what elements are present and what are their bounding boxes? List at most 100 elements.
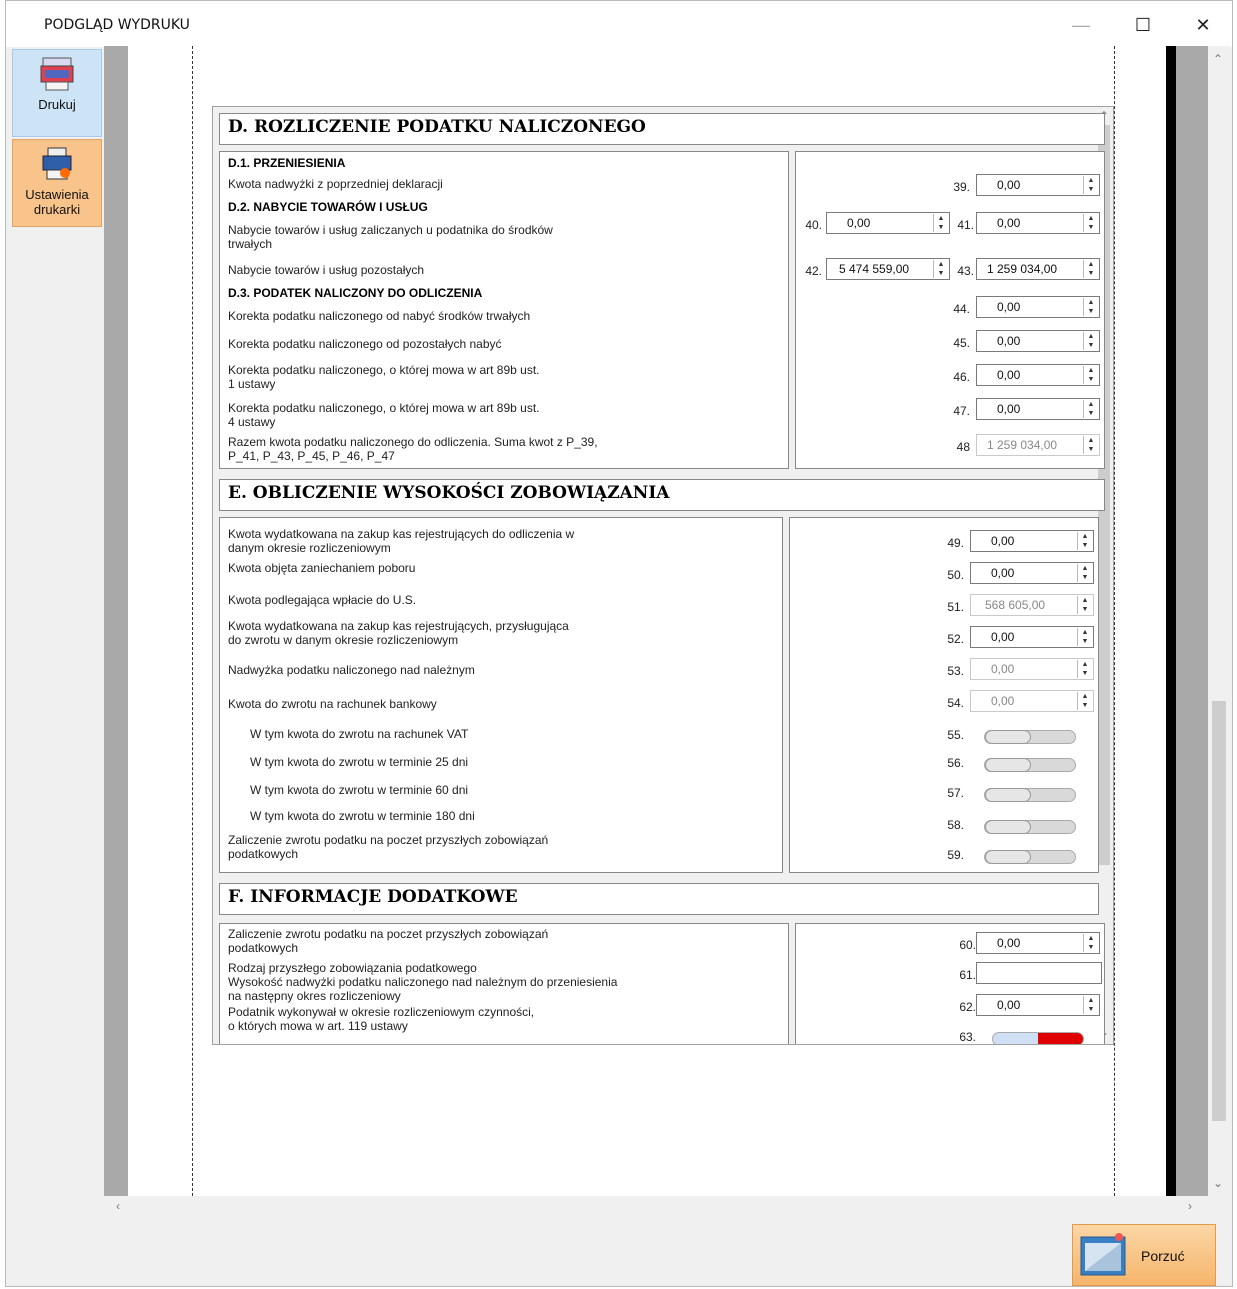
section-f-values-panel: 60. 0,00 ▲ ▼ 61. 62. 0,00 ▲ ▼ 63. bbox=[795, 923, 1105, 1044]
window-title: PODGLĄD WYDRUKU bbox=[44, 17, 190, 33]
field-54: 0,00 ▲ ▼ bbox=[970, 690, 1094, 712]
num-57: 57. bbox=[947, 786, 964, 800]
printer-settings-label-2: drukarki bbox=[33, 202, 81, 217]
field-62[interactable]: 0,00 ▲ ▼ bbox=[976, 994, 1100, 1016]
printer-settings-button[interactable]: Ustawienia drukarki bbox=[12, 139, 102, 227]
field-43[interactable]: 1 259 034,00 ▲ ▼ bbox=[976, 258, 1100, 280]
field-50[interactable]: 0,00 ▲ ▼ bbox=[970, 562, 1094, 584]
section-d-values-panel: 39. 0,00 ▲ ▼ 40. 0,00 ▲ ▼ 41. 0,00 ▲ ▼ 42. 5 4… bbox=[795, 151, 1105, 469]
preview-horizontal-scrollbar[interactable]: ‹ › bbox=[104, 1196, 1208, 1218]
d1-heading: D.1. PRZENIESIENIA bbox=[228, 156, 346, 170]
toggle-56[interactable] bbox=[984, 758, 1076, 772]
label-60-1: Zaliczenie zwrotu podatku na poczet przy… bbox=[228, 927, 549, 941]
field-47[interactable]: 0,00 ▲ ▼ bbox=[976, 398, 1100, 420]
num-58: 58. bbox=[947, 818, 964, 832]
section-e-values-panel: 49. 0,00 ▲ ▼ 50. 0,00 ▲ ▼ 51. 568 605,00 ▲ ▼ 5… bbox=[789, 517, 1099, 873]
field-42[interactable]: 5 474 559,00 ▲ ▼ bbox=[826, 258, 950, 280]
d2-heading: D.2. NABYCIE TOWARÓW I USŁUG bbox=[228, 200, 428, 214]
left-toolbar: Drukuj Ustawienia drukarki bbox=[12, 49, 104, 229]
printer-settings-icon bbox=[42, 147, 72, 180]
num-63: 63. bbox=[959, 1030, 976, 1044]
num-46: 46. bbox=[953, 370, 970, 384]
num-61: 61. bbox=[959, 968, 976, 982]
num-47: 47. bbox=[953, 404, 970, 418]
label-53: Nadwyżka podatku naliczonego nad należny… bbox=[228, 663, 475, 677]
discard-icon bbox=[1080, 1233, 1126, 1276]
label-59-2: podatkowych bbox=[228, 847, 299, 861]
label-62-1: Wysokość nadwyżki podatku naliczonego na… bbox=[228, 975, 618, 989]
num-56: 56. bbox=[947, 756, 964, 770]
label-58: W tym kwota do zwrotu w terminie 180 dni bbox=[250, 809, 475, 823]
section-f-labels-panel: Zaliczenie zwrotu podatku na poczet przy… bbox=[219, 923, 789, 1044]
right-margin-line bbox=[1114, 46, 1115, 1196]
section-e-header: E. OBLICZENIE WYSOKOŚCI ZOBOWIĄZANIA bbox=[219, 479, 1105, 511]
label-63-2: o których mowa w art. 119 ustawy bbox=[228, 1019, 408, 1033]
toggle-58[interactable] bbox=[984, 820, 1076, 834]
toggle-59[interactable] bbox=[984, 850, 1076, 864]
title-bar: PODGLĄD WYDRUKU — ☐ ✕ bbox=[6, 1, 1232, 47]
label-48-2: P_41, P_43, P_45, P_46, P_47 bbox=[228, 449, 395, 463]
label-44: Korekta podatku naliczonego od nabyć śro… bbox=[228, 309, 531, 323]
num-45: 45. bbox=[953, 336, 970, 350]
num-55: 55. bbox=[947, 728, 964, 742]
print-button[interactable]: Drukuj bbox=[12, 49, 102, 137]
field-61[interactable] bbox=[976, 962, 1102, 984]
num-48: 48 bbox=[956, 440, 970, 454]
label-61: Rodzaj przyszłego zobowiązania podatkowe… bbox=[228, 961, 477, 975]
num-44: 44. bbox=[953, 302, 970, 316]
section-e-labels-panel: Kwota wydatkowana na zakup kas rejestruj… bbox=[219, 517, 783, 873]
label-62-2: na następny okres rozliczeniowy bbox=[228, 989, 401, 1003]
label-56: W tym kwota do zwrotu w terminie 25 dni bbox=[250, 755, 469, 769]
label-55: W tym kwota do zwrotu na rachunek VAT bbox=[250, 727, 469, 741]
num-50: 50. bbox=[947, 568, 964, 582]
field-52[interactable]: 0,00 ▲ ▼ bbox=[970, 626, 1094, 648]
section-f-header: F. INFORMACJE DODATKOWE bbox=[219, 883, 1099, 915]
label-59-1: Zaliczenie zwrotu podatku na poczet przy… bbox=[228, 833, 549, 847]
toggle-55[interactable] bbox=[984, 730, 1076, 744]
toggle-57[interactable] bbox=[984, 788, 1076, 802]
scroll-thumb[interactable] bbox=[1212, 701, 1226, 1121]
label-42: Nabycie towarów i usług pozostałych bbox=[228, 263, 425, 277]
discard-label: Porzuć bbox=[1141, 1248, 1185, 1264]
section-d-labels-panel: D.1. PRZENIESIENIA Kwota nadwyżki z popr… bbox=[219, 151, 789, 469]
label-49-2: danym okresie rozliczeniowym bbox=[228, 541, 391, 555]
label-40-2: trwałych bbox=[228, 237, 273, 251]
label-57: W tym kwota do zwrotu w terminie 60 dni bbox=[250, 783, 469, 797]
field-53: 0,00 ▲ ▼ bbox=[970, 658, 1094, 680]
num-53: 53. bbox=[947, 664, 964, 678]
field-46[interactable]: 0,00 ▲ ▼ bbox=[976, 364, 1100, 386]
field-45[interactable]: 0,00 ▲ ▼ bbox=[976, 330, 1100, 352]
field-40[interactable]: 0,00 ▲ ▼ bbox=[826, 212, 950, 234]
preview-page: ⌃ ⌄ D. ROZLICZENIE PODATKU NALICZONEGO D… bbox=[128, 46, 1176, 1196]
label-39: Kwota nadwyżki z poprzedniej deklaracji bbox=[228, 177, 443, 191]
field-44[interactable]: 0,00 ▲ ▼ bbox=[976, 296, 1100, 318]
field-41[interactable]: 0,00 ▲ ▼ bbox=[976, 212, 1100, 234]
num-54: 54. bbox=[947, 696, 964, 710]
label-47-1: Korekta podatku naliczonego, o której mo… bbox=[228, 401, 540, 415]
label-45: Korekta podatku naliczonego od pozostały… bbox=[228, 337, 502, 351]
num-43: 43. bbox=[957, 264, 974, 278]
printer-icon bbox=[40, 57, 74, 91]
form-snapshot: ⌃ ⌄ D. ROZLICZENIE PODATKU NALICZONEGO D… bbox=[212, 106, 1114, 1045]
field-49[interactable]: 0,00 ▲ ▼ bbox=[970, 530, 1094, 552]
maximize-button[interactable]: ☐ bbox=[1120, 9, 1166, 41]
minimize-button[interactable]: — bbox=[1058, 9, 1104, 41]
label-52-1: Kwota wydatkowana na zakup kas rejestruj… bbox=[228, 619, 569, 633]
label-48-1: Razem kwota podatku naliczonego do odlic… bbox=[228, 435, 598, 449]
label-46-2: 1 ustawy bbox=[228, 377, 276, 391]
field-51: 568 605,00 ▲ ▼ bbox=[970, 594, 1094, 616]
num-62: 62. bbox=[959, 1000, 976, 1014]
toggle-63[interactable] bbox=[992, 1032, 1084, 1044]
label-40-1: Nabycie towarów i usług zaliczanych u po… bbox=[228, 223, 553, 237]
field-60[interactable]: 0,00 ▲ ▼ bbox=[976, 932, 1100, 954]
label-54: Kwota do zwrotu na rachunek bankowy bbox=[228, 697, 437, 711]
discard-button[interactable]: Porzuć bbox=[1072, 1224, 1216, 1286]
num-49: 49. bbox=[947, 536, 964, 550]
close-button[interactable]: ✕ bbox=[1180, 9, 1226, 41]
d3-heading: D.3. PODATEK NALICZONY DO ODLICZENIA bbox=[228, 286, 483, 300]
print-label: Drukuj bbox=[38, 97, 76, 112]
preview-vertical-scrollbar[interactable]: ⌃ ⌄ bbox=[1208, 46, 1230, 1196]
label-63-1: Podatnik wykonywał w okresie rozliczenio… bbox=[228, 1005, 535, 1019]
num-42: 42. bbox=[805, 264, 822, 278]
field-39[interactable]: 0,00 ▲ ▼ bbox=[976, 174, 1100, 196]
